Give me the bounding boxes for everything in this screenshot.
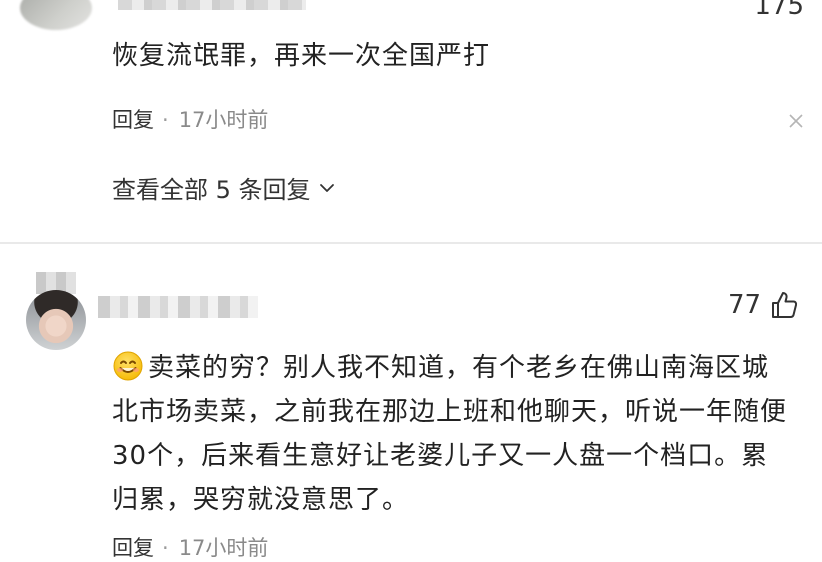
divider	[0, 242, 822, 244]
username-blurred[interactable]	[98, 296, 258, 318]
avatar[interactable]	[20, 0, 92, 30]
comment-text-line-1: 卖菜的穷？别人我不知道，有个老乡在佛山南海区城	[148, 353, 770, 383]
smiley-emoji-icon	[113, 351, 143, 381]
timestamp: 17小时前	[178, 536, 269, 560]
comment-text-line-4: 归累，哭穷就没意思了。	[112, 485, 410, 515]
avatar[interactable]	[26, 290, 86, 350]
view-replies-label: 查看全部 5 条回复	[112, 176, 311, 204]
comment-text-line-3: 30个，后来看生意好让老婆儿子又一人盘一个档口。累	[112, 441, 769, 471]
like-count[interactable]: 175	[754, 0, 804, 21]
reply-button[interactable]: 回复	[112, 536, 154, 560]
username-blurred[interactable]	[118, 0, 306, 10]
comment-line: 卖菜的穷？别人我不知道，有个老乡在佛山南海区城	[112, 346, 769, 390]
reply-button[interactable]: 回复	[112, 108, 154, 132]
timestamp: 17小时前	[178, 108, 269, 132]
thumbs-up-icon	[772, 292, 798, 318]
chevron-down-icon	[319, 183, 334, 192]
like-count: 77	[728, 290, 762, 320]
comment-meta: 回复 · 17小时前	[112, 532, 268, 562]
comment-text-line-2: 北市场卖菜，之前我在那边上班和他聊天，听说一年随便	[112, 397, 788, 427]
like-button[interactable]: 77	[728, 290, 799, 320]
separator-dot: ·	[162, 536, 169, 560]
comment-meta: 回复 · 17小时前	[112, 104, 268, 134]
separator-dot: ·	[162, 108, 169, 132]
view-replies-button[interactable]: 查看全部 5 条回复	[112, 170, 335, 205]
close-icon[interactable]	[786, 111, 806, 131]
like-count-text: 175	[754, 0, 804, 21]
comment-text: 恢复流氓罪，再来一次全国严打	[112, 41, 491, 71]
